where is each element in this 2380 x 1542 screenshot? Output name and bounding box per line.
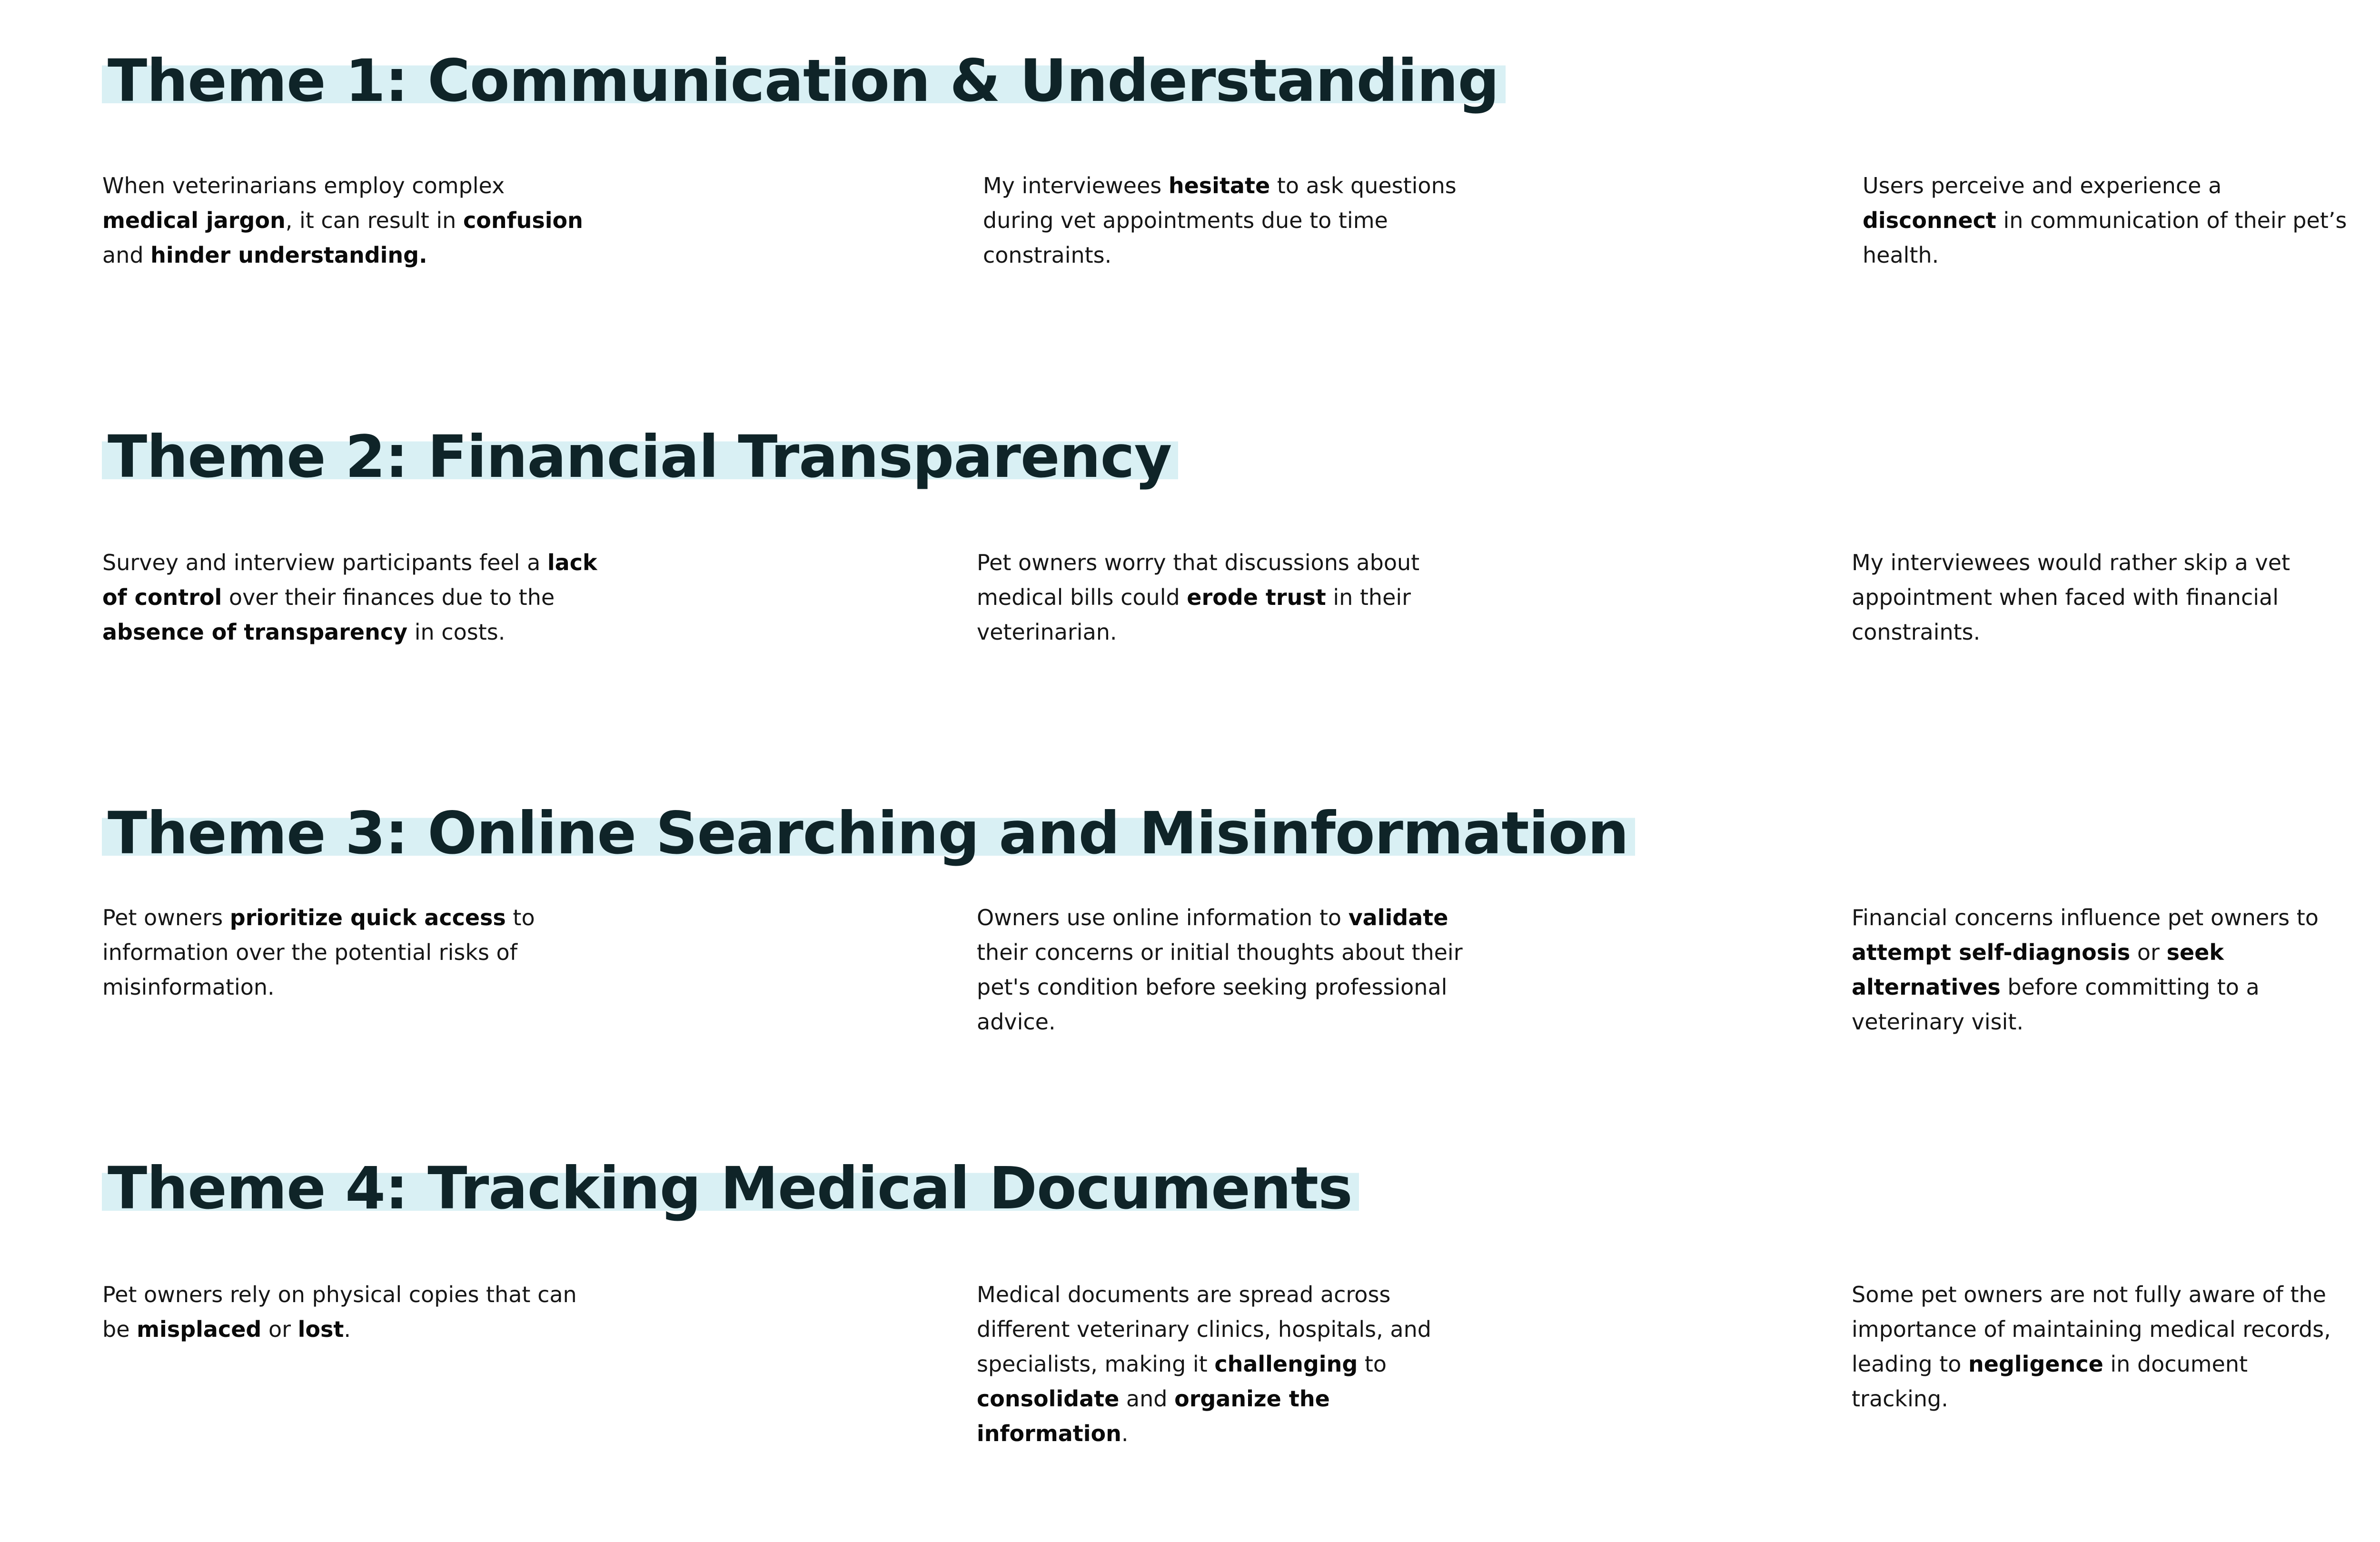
emphasis-text: hesitate	[1168, 173, 1270, 198]
emphasis-text: consolidate	[977, 1386, 1120, 1412]
emphasis-text: prioritize quick access	[229, 905, 506, 930]
emphasis-text: hinder understanding.	[150, 242, 427, 268]
theme-title-highlight: Theme 1: Communication & Understanding	[102, 47, 1506, 115]
emphasis-text: attempt self-diagnosis	[1852, 939, 2131, 965]
insight-text: Pet owners prioritize quick access to in…	[102, 900, 597, 1005]
theme-title: Theme 3: Online Searching and Misinforma…	[102, 798, 1636, 869]
body-text: .	[1121, 1421, 1129, 1446]
body-text: .	[344, 1316, 351, 1342]
emphasis-text: confusion	[463, 208, 583, 233]
body-text: , it can result in	[285, 208, 463, 233]
theme-title: Theme 4: Tracking Medical Documents	[102, 1153, 1359, 1224]
body-text: Pet owners	[102, 905, 230, 930]
body-text: My interviewees would rather skip a vet …	[1852, 550, 2291, 645]
insight-text: Pet owners worry that discussions about …	[977, 545, 1472, 650]
theme-title-highlight: Theme 4: Tracking Medical Documents	[102, 1155, 1359, 1222]
body-text: over their finances due to the	[222, 584, 555, 610]
body-text: My interviewees	[983, 173, 1169, 198]
body-text: in costs.	[407, 619, 506, 645]
emphasis-text: disconnect	[1863, 208, 1996, 233]
emphasis-text: lost	[298, 1316, 344, 1342]
insight-text: Pet owners rely on physical copies that …	[102, 1277, 597, 1347]
body-text: or	[2130, 939, 2167, 965]
body-text: and	[1119, 1386, 1175, 1412]
theme-title: Theme 2: Financial Transparency	[102, 421, 1179, 493]
emphasis-text: negligence	[1968, 1351, 2103, 1377]
insight-text: My interviewees would rather skip a vet …	[1852, 545, 2347, 650]
insight-text: Some pet owners are not fully aware of t…	[1852, 1277, 2347, 1416]
emphasis-text: misplaced	[137, 1316, 262, 1342]
body-text: Financial concerns influence pet owners …	[1852, 905, 2319, 930]
body-text: When veterinarians employ complex	[102, 173, 505, 198]
body-text: or	[261, 1316, 298, 1342]
body-text: to	[1358, 1351, 1387, 1377]
insight-text: My interviewees hesitate to ask question…	[983, 168, 1478, 273]
body-text: Owners use online information to	[977, 905, 1349, 930]
insight-text: Medical documents are spread across diff…	[977, 1277, 1472, 1451]
body-text: Survey and interview participants feel a	[102, 550, 547, 575]
insight-text: Users perceive and experience a disconne…	[1863, 168, 2358, 273]
insight-text: When veterinarians employ complex medica…	[102, 168, 597, 273]
insight-text: Financial concerns influence pet owners …	[1852, 900, 2347, 1039]
insight-text: Survey and interview participants feel a…	[102, 545, 597, 650]
emphasis-text: medical jargon	[102, 208, 286, 233]
insight-text: Owners use online information to validat…	[977, 900, 1472, 1039]
emphasis-text: validate	[1348, 905, 1448, 930]
emphasis-text: erode trust	[1187, 584, 1326, 610]
body-text: and	[102, 242, 151, 268]
theme-title: Theme 1: Communication & Understanding	[102, 45, 1506, 117]
theme-title-highlight: Theme 2: Financial Transparency	[102, 423, 1179, 491]
emphasis-text: absence of transparency	[102, 619, 408, 645]
body-text: Users perceive and experience a	[1863, 173, 2222, 198]
theme-title-highlight: Theme 3: Online Searching and Misinforma…	[102, 800, 1636, 867]
body-text: their concerns or initial thoughts about…	[977, 939, 1463, 1035]
emphasis-text: challenging	[1214, 1351, 1358, 1377]
